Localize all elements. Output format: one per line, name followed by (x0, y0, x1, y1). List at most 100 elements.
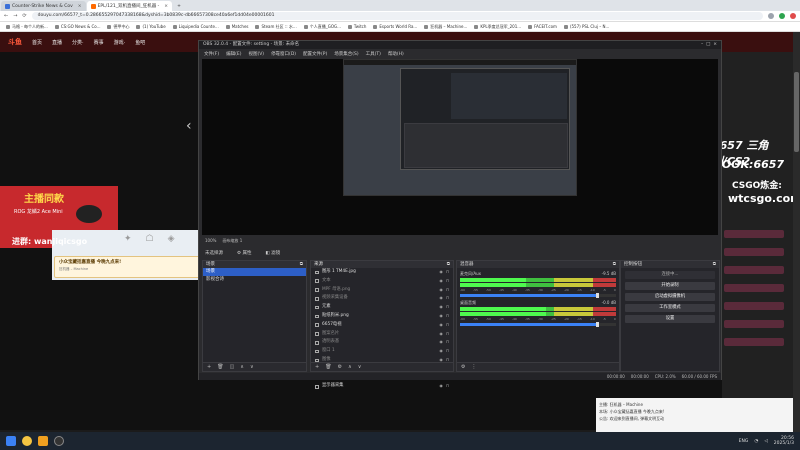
visibility-eye-icon[interactable]: ◉ (439, 277, 443, 286)
dock-menu-icon[interactable]: ⧉ (447, 261, 450, 268)
gear-icon[interactable]: ⚙ (338, 364, 342, 370)
nav-item-live[interactable]: 直播 (52, 39, 62, 46)
new-tab-button[interactable]: + (173, 1, 185, 11)
bookmark-item[interactable]: 狂机器 – Machine... (424, 24, 467, 30)
visibility-eye-icon[interactable]: ◉ (439, 347, 443, 356)
maximize-icon[interactable]: □ (706, 41, 710, 49)
lock-icon[interactable]: ⊓ (446, 303, 449, 312)
volume-slider[interactable] (460, 293, 616, 298)
add-icon[interactable]: + (207, 364, 211, 370)
bookmark-item[interactable]: FACEIT.com (528, 24, 557, 29)
lock-icon[interactable]: ⊓ (446, 330, 449, 339)
lock-icon[interactable]: ⊓ (446, 268, 449, 277)
obs-menu-item[interactable]: 停靠窗口(D) (271, 51, 296, 57)
source-item[interactable]: 6657电视 ◉ ⊓ (311, 321, 453, 330)
obs-menu-item[interactable]: 视图(V) (248, 51, 264, 57)
nav-item-category[interactable]: 分类· (72, 39, 84, 46)
extension-icon[interactable] (768, 13, 774, 19)
bookmark-item[interactable]: 马格 - 每个人的新... (6, 24, 48, 30)
source-item[interactable]: 元素 ◉ ⊓ (311, 303, 453, 312)
obs-preview[interactable] (202, 59, 718, 235)
lock-icon[interactable]: ⊓ (446, 321, 449, 330)
visibility-eye-icon[interactable]: ◉ (439, 312, 443, 321)
extension-icon[interactable] (779, 13, 785, 19)
scene-item[interactable]: 影视合诗 (203, 276, 306, 284)
browser-tab-1[interactable]: Counter-Strike News & Cov × (1, 1, 86, 11)
bookmark-item[interactable]: Twitch (347, 24, 366, 29)
move-down-icon[interactable]: ∨ (250, 364, 254, 370)
source-item[interactable]: 图案名片 ◉ ⊓ (311, 330, 453, 339)
visibility-eye-icon[interactable]: ◉ (439, 268, 443, 277)
visibility-eye-icon[interactable]: ◉ (439, 303, 443, 312)
source-item[interactable]: MPF 母语.png ◉ ⊓ (311, 286, 453, 295)
back-arrow-icon[interactable]: ← (4, 13, 8, 19)
lock-icon[interactable]: ⊓ (446, 286, 449, 295)
bookmark-item[interactable]: 德甲中心 (107, 24, 129, 30)
delete-icon[interactable]: 🗑 (325, 364, 331, 370)
page-scrollbar[interactable] (793, 32, 800, 432)
bookmark-item[interactable]: (1) YouTube (136, 24, 166, 29)
visibility-eye-icon[interactable]: ◉ (439, 330, 443, 339)
dock-menu-icon[interactable]: ⧉ (613, 261, 616, 268)
zoom-level[interactable]: 100% (205, 238, 216, 243)
volume-icon[interactable]: ◁ (764, 439, 767, 444)
bookmark-item[interactable]: 个人直播_GOG... (303, 24, 341, 30)
visibility-eye-icon[interactable]: ◉ (439, 286, 443, 295)
filters-button[interactable]: ◧ 滤镜 (265, 250, 280, 256)
obs-menu-item[interactable]: 配置文件(P) (303, 51, 327, 57)
lock-icon[interactable]: ⊓ (446, 277, 449, 286)
source-item[interactable]: 视频采集设备 ◉ ⊓ (311, 294, 453, 303)
source-item[interactable]: 透明表基 ◉ ⊓ (311, 338, 453, 347)
visibility-eye-icon[interactable]: ◉ (439, 294, 443, 303)
obs-menu-item[interactable]: 编辑(E) (226, 51, 241, 57)
lock-icon[interactable]: ⊓ (446, 338, 449, 347)
close-icon[interactable]: × (713, 41, 717, 49)
visibility-eye-icon[interactable]: ◉ (439, 382, 443, 391)
source-item[interactable]: 显示器采集 ◉ ⊓ (311, 382, 453, 391)
obs-menu-item[interactable]: 工具(T) (366, 51, 381, 57)
bookmark-item[interactable]: Liquipedia Counte... (172, 24, 219, 29)
bookmark-item[interactable]: KPL季度总冠军_201... (474, 24, 521, 30)
lock-icon[interactable]: ⊓ (446, 347, 449, 356)
nav-item-home[interactable]: 首页 (32, 39, 42, 46)
lock-icon[interactable]: ⊓ (446, 382, 449, 391)
wifi-icon[interactable]: ◔ (754, 439, 758, 444)
start-recording-button[interactable]: 开始录制 (625, 282, 715, 290)
bookmark-item[interactable]: Matches (225, 24, 248, 29)
virtual-camera-button[interactable]: 启动虚拟摄像机 (625, 293, 715, 301)
nav-item-yuba[interactable]: 鱼吧 (135, 39, 145, 46)
chevron-left-icon[interactable]: ‹ (186, 118, 192, 134)
mixer-settings-icon[interactable]: ⚙ (461, 364, 465, 370)
windows-start-icon[interactable] (6, 436, 16, 446)
danmu-card[interactable]: 小众宝藏括嘉直播 今晚九点来! 狂机器 – Machine (54, 256, 200, 278)
source-item[interactable]: 贴纸狗米.png ◉ ⊓ (311, 312, 453, 321)
obs-menu-item[interactable]: 帮助(H) (388, 51, 404, 57)
obs-menu-item[interactable]: 场景集合(S) (334, 51, 358, 57)
chrome-icon[interactable] (22, 436, 32, 446)
volume-slider[interactable] (460, 322, 616, 327)
obs-icon[interactable] (54, 436, 64, 446)
nav-item-games[interactable]: 游戏· (114, 39, 126, 46)
studio-mode-button[interactable]: 工作室模式 (625, 304, 715, 312)
settings-button[interactable]: 设置 (625, 315, 715, 323)
forward-arrow-icon[interactable]: → (13, 13, 17, 19)
properties-button[interactable]: ⚙ 属性 (237, 250, 251, 256)
move-up-icon[interactable]: ∧ (240, 364, 244, 370)
gift-icon[interactable]: ◈ (168, 234, 175, 244)
stream-button[interactable]: 连接中... (625, 271, 715, 279)
dock-menu-icon[interactable]: ⧉ (713, 261, 716, 268)
move-down-icon[interactable]: ∨ (358, 364, 362, 370)
volume-slider-knob[interactable] (595, 322, 599, 327)
source-item[interactable]: 窗口 1 ◉ ⊓ (311, 347, 453, 356)
obs-menu-item[interactable]: 文件(F) (204, 51, 219, 57)
close-icon[interactable]: × (78, 4, 82, 9)
visibility-eye-icon[interactable]: ◉ (439, 321, 443, 330)
browser-tab-2[interactable]: EPL/121_双机直播间_狂机器 - × (86, 1, 173, 11)
visibility-eye-icon[interactable]: ◉ (439, 338, 443, 347)
canvas-scale[interactable]: 画布缩放 1 (222, 238, 242, 244)
volume-slider-knob[interactable] (595, 293, 599, 298)
lock-icon[interactable]: ⊓ (446, 294, 449, 303)
minimize-icon[interactable]: – (701, 41, 703, 49)
move-up-icon[interactable]: ∧ (348, 364, 352, 370)
bookmark-item[interactable]: CS:GO News & Co... (54, 24, 100, 29)
